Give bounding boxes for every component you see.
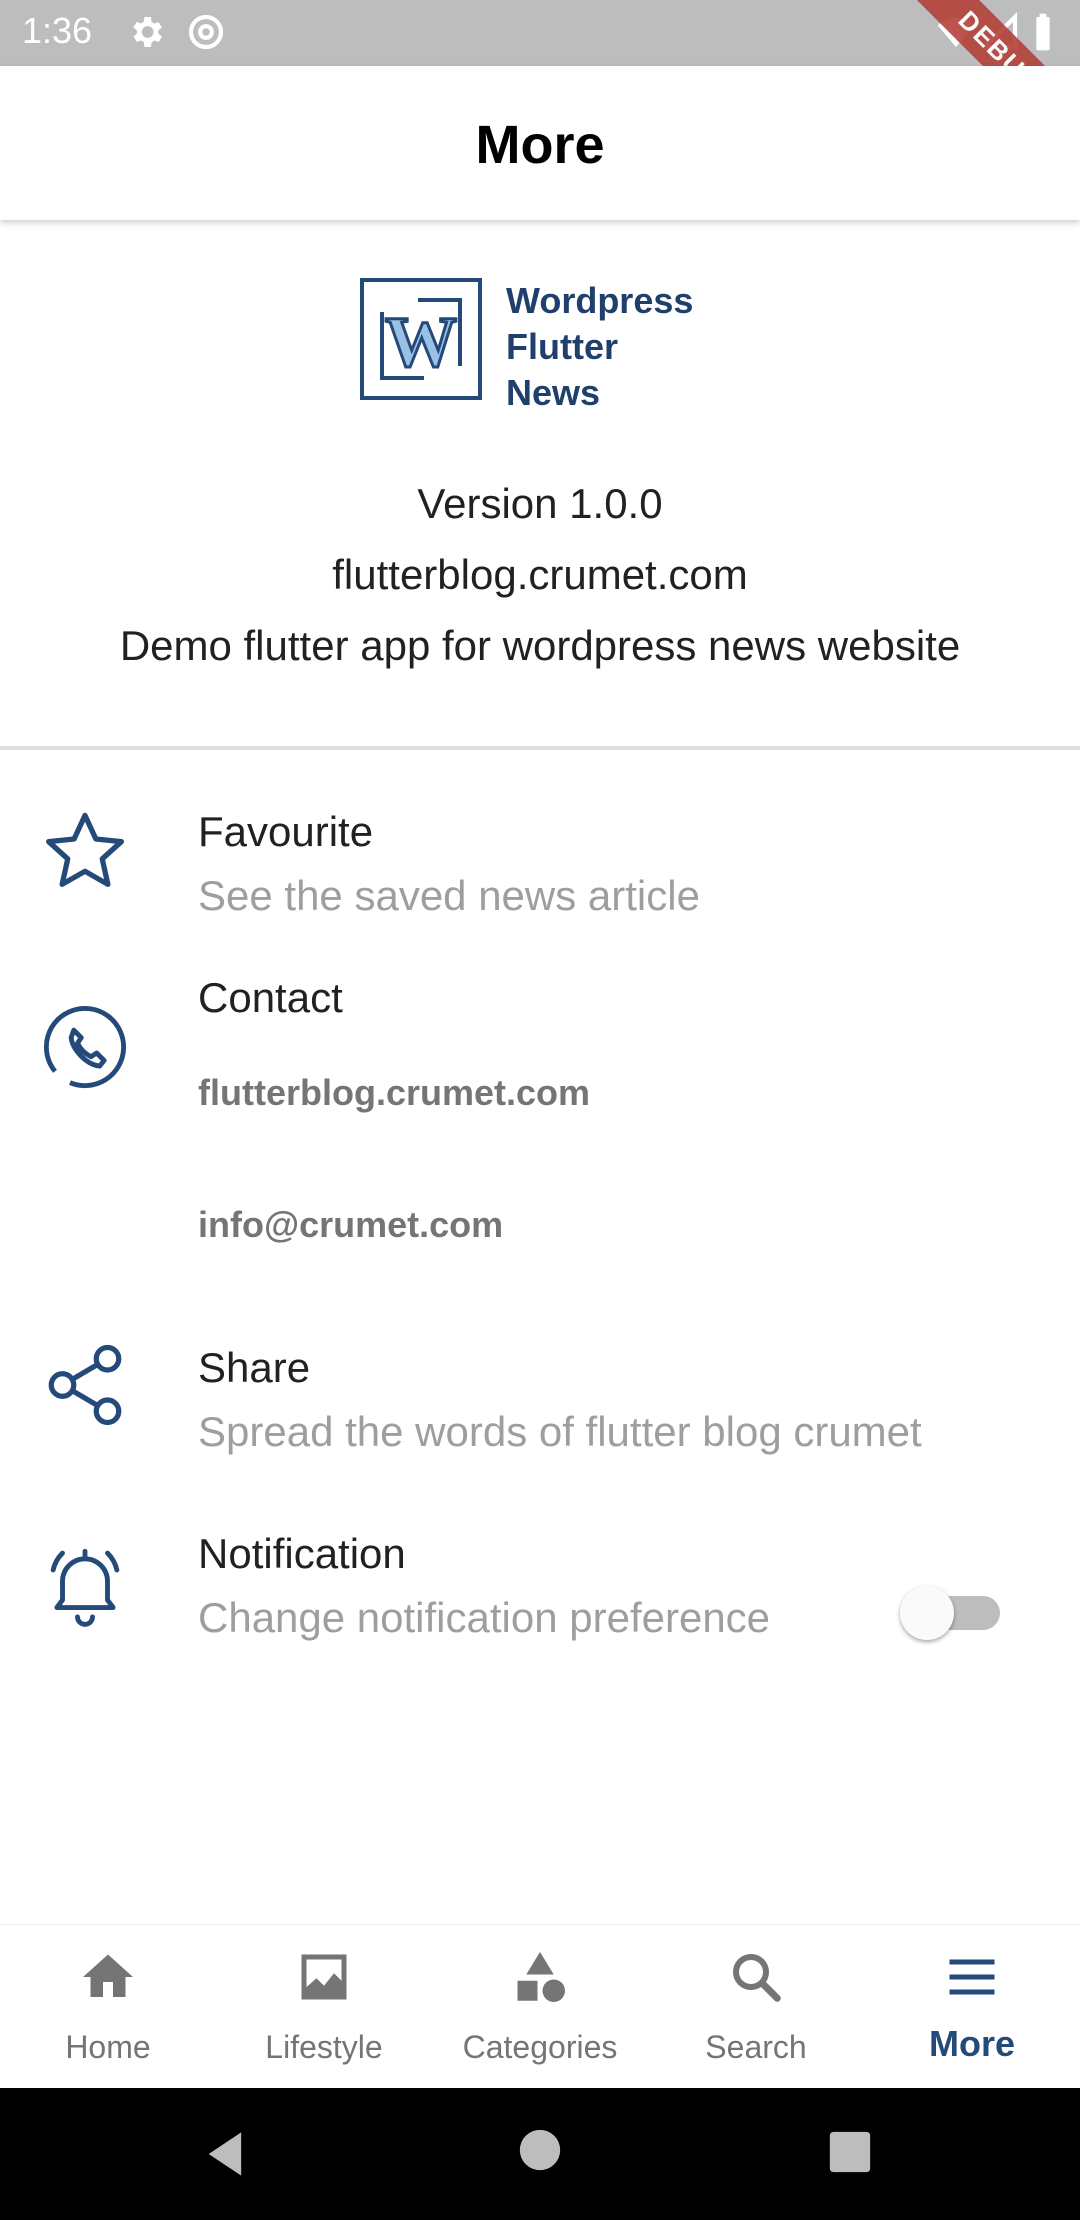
nav-item-lifestyle[interactable]: Lifestyle [216,1925,432,2089]
contact-title: Contact [198,974,343,1021]
settings-icon [133,17,162,47]
bell-icon [50,1548,120,1627]
logo-line-1: Wordpress [506,280,694,321]
notification-subtitle: Change notification preference [198,1594,771,1641]
system-navigation-bar [0,2088,1080,2220]
app-bar: More [0,66,1080,220]
battery-icon [1036,13,1050,51]
contact-email-link[interactable]: info@crumet.com [198,1204,503,1246]
image-icon [301,1954,347,2000]
logo-line-3: News [506,372,601,413]
share-subtitle: Spread the words of flutter blog crumet [198,1408,922,1455]
menu-icon [949,1959,995,1995]
recents-icon[interactable] [828,2130,872,2174]
contact-website-link[interactable]: flutterblog.crumet.com [198,1072,590,1114]
at-sign-icon [188,14,224,50]
app-website[interactable]: flutterblog.crumet.com [0,551,1080,599]
nav-label-categories: Categories [462,2029,618,2065]
home-circle-icon[interactable] [518,2128,562,2172]
home-icon [83,1954,133,1997]
back-icon[interactable] [200,2128,252,2180]
nav-item-search[interactable]: Search [648,1925,864,2089]
notification-toggle[interactable] [900,1586,1004,1640]
status-time: 1:36 [22,10,93,51]
app-logo: W Wordpress Flutter News [360,278,720,413]
status-bar: 1:36 DEBUG [0,0,1080,174]
bottom-navigation: Home Lifestyle Categories Search More [0,1924,1080,2089]
toggle-thumb[interactable] [900,1586,954,1640]
nav-item-home[interactable]: Home [0,1925,216,2089]
nav-label-home: Home [65,2029,151,2065]
page-title: More [475,115,605,175]
favourite-title: Favourite [198,808,374,855]
phone-icon [43,1005,127,1089]
notification-title: Notification [198,1530,406,1577]
nav-label-search: Search [705,2029,807,2065]
search-icon [733,1954,781,2002]
logo-mark: W [360,278,482,400]
nav-item-more[interactable]: More [864,1925,1080,2089]
star-icon [46,812,124,887]
nav-item-categories[interactable]: Categories [432,1925,648,2089]
logo-letter: W [385,302,457,382]
nav-label-lifestyle: Lifestyle [265,2029,383,2065]
share-icon [48,1344,122,1426]
favourite-subtitle: See the saved news article [198,872,700,919]
logo-wordmark: Wordpress Flutter News [506,278,693,416]
nav-label-more: More [928,2023,1015,2064]
app-version: Version 1.0.0 [417,480,663,527]
divider [0,746,1080,750]
app-description: Demo flutter app for wordpress news webs… [119,622,961,669]
share-title: Share [198,1344,311,1391]
logo-line-2: Flutter [506,326,618,367]
categories-icon [517,1952,565,2002]
